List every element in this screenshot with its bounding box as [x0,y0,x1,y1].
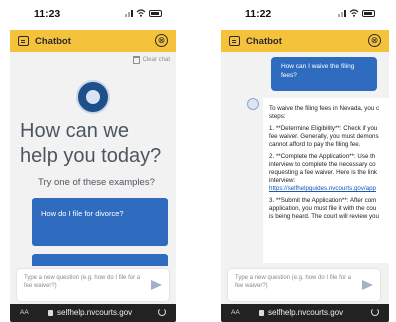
bot-message-line: steps: [269,113,286,120]
chat-icon [18,36,29,46]
bot-message-line: application, you must file it with the c… [269,205,377,212]
url-text[interactable]: selfhelp.nvcourts.gov [268,308,343,317]
clear-chat-button[interactable]: Clear chat [132,56,170,64]
question-input[interactable]: Type a new question (e.g. how do I file … [228,269,380,301]
bot-message-line: 1. **Determine Eligibility**: Check if y… [269,125,378,132]
example-card-partial[interactable] [32,254,168,266]
bot-avatar-icon [247,98,259,110]
hero-line-1: How can we [20,120,129,142]
signal-icon [338,9,346,17]
input-placeholder: Type a new question (e.g. how do I file … [24,275,141,289]
battery-icon [362,9,375,17]
lock-icon [259,310,264,316]
text-size-button[interactable]: AA [20,309,29,316]
bot-message-line: is being heard. The court will review yo… [269,213,379,220]
text-size-button[interactable]: AA [231,309,240,316]
bot-message-line[interactable]: https://selfhelpguides.nvcourts.gov/app [269,185,389,193]
browser-url-bar[interactable]: AA selfhelp.nvcourts.gov [10,304,176,322]
signal-icon [125,9,133,17]
header-title: Chatbot [246,35,282,47]
battery-icon [149,9,162,17]
status-icons [338,9,375,17]
close-icon[interactable]: ⊗ [155,34,168,47]
input-placeholder: Type a new question (e.g. how do I file … [235,275,352,289]
question-input[interactable]: Type a new question (e.g. how do I file … [17,269,169,301]
hero-line-2: help you today? [20,145,162,167]
examples-label: Try one of these examples? [38,177,155,188]
bot-message-line: 3. **Submit the Application**: After com [269,197,377,204]
bot-message-line: requesting a fee waiver. Here is the lin… [269,169,377,176]
header-title: Chatbot [35,35,71,47]
bot-message-line: interview: [269,177,296,184]
phone-screen-home: 11:23 Chatbot ⊗ Clear chat How can we he… [10,0,176,322]
send-icon[interactable] [151,280,162,290]
lock-icon [48,310,53,316]
bot-message-line: 2. **Complete the Application**: Use th [269,153,376,160]
close-icon[interactable]: ⊗ [368,34,381,47]
phone-screen-conversation: 11:22 Chatbot ⊗ How can I waive the fili… [221,0,389,322]
chatbot-header: Chatbot ⊗ [221,30,389,52]
browser-url-bar[interactable]: AA selfhelp.nvcourts.gov [221,304,389,322]
bot-message-bubble: To waive the filing fees in Nevada, you … [263,98,389,263]
bot-message-line: fee waiver. Generally, you must demons [269,133,379,140]
clear-chat-label: Clear chat [142,57,170,63]
chatbot-header: Chatbot ⊗ [10,30,176,52]
wifi-icon [349,9,359,17]
status-time: 11:22 [245,8,272,20]
status-time: 11:23 [34,8,61,20]
hero-heading: How can we help you today? [20,119,176,169]
reload-icon[interactable] [158,308,166,316]
court-seal-icon [76,80,110,114]
chat-icon [229,36,240,46]
trash-icon [132,56,140,64]
send-icon[interactable] [362,280,373,290]
bot-message-line: interview to complete the necessary co [269,161,376,168]
bot-message-line: cannot afford to pay the filing fee. [269,141,361,148]
url-text[interactable]: selfhelp.nvcourts.gov [57,308,132,317]
example-card-divorce[interactable]: How do I file for divorce? [32,198,168,246]
status-bar: 11:23 [10,0,176,30]
bot-message-line: To waive the filing fees in Nevada, you … [269,105,380,112]
user-message-bubble: How can I waive the filing fees? [271,57,377,91]
input-area: Type a new question (e.g. how do I file … [221,266,389,304]
status-icons [125,9,162,17]
wifi-icon [136,9,146,17]
status-bar: 11:22 [221,0,389,30]
reload-icon[interactable] [371,308,379,316]
input-area: Type a new question (e.g. how do I file … [10,266,176,304]
